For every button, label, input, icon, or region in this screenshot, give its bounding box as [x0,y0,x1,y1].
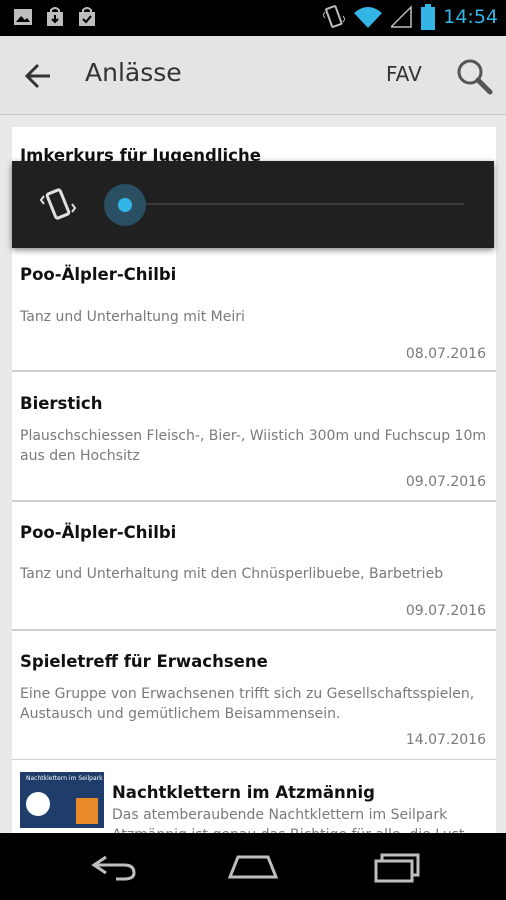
shopping-bag-check-icon [79,7,95,26]
search-button[interactable] [452,54,496,98]
search-icon [457,59,493,95]
event-title: Poo-Älpler-Chilbi [20,523,177,542]
battery-icon [421,4,436,30]
event-date: 14.07.2016 [405,732,486,748]
event-card[interactable]: Bierstich Plauschschiessen Fleisch-, Bie… [12,372,496,502]
event-description: Das atemberaubende Nachtklettern im Seil… [112,807,464,833]
event-title: Poo-Älpler-Chilbi [20,265,177,284]
status-time: 14:54 [443,6,498,28]
back-arrow-icon [24,63,50,89]
volume-panel [12,161,494,248]
event-date: 09.07.2016 [405,474,486,490]
home-nav-icon [227,855,279,879]
event-title: Bierstich [20,394,103,413]
wifi-icon [354,7,383,28]
vibrate-mode-button[interactable] [39,186,77,222]
picture-icon [14,9,32,25]
event-date: 09.07.2016 [405,603,486,619]
event-card[interactable]: Nachtklettern im Seilpark Nachtklettern … [12,760,496,833]
event-description: Tanz und Unterhaltung mit Meiri [20,309,245,325]
fav-button[interactable]: FAV [380,60,428,88]
event-title: Spieletreff für Erwachsene [20,652,268,671]
nav-recents-button[interactable] [370,851,426,883]
back-button[interactable] [16,56,60,96]
event-description: Eine Gruppe von Erwachsenen trifft sich … [20,686,475,722]
recents-nav-icon [374,853,420,883]
thumbnail-graphic [76,798,98,824]
event-card[interactable]: Poo-Älpler-Chilbi Tanz und Unterhaltung … [12,502,496,631]
vibrate-icon [39,188,77,220]
volume-slider-track[interactable] [124,203,464,205]
event-card[interactable]: Spieletreff für Erwachsene Eine Gruppe v… [12,631,496,761]
thumbnail-graphic [26,792,50,816]
event-card[interactable]: Poo-Älpler-Chilbi Tanz und Unterhaltung … [12,245,496,372]
vibrate-icon [323,5,346,28]
signal-icon [391,5,412,28]
back-nav-icon [91,855,136,881]
volume-slider-thumb[interactable] [104,184,146,226]
volume-slider-thumb-center [118,198,132,212]
event-title: Nachtklettern im Atzmännig [112,783,375,802]
event-description: Tanz und Unterhaltung mit den Chnüsperli… [20,566,444,582]
status-bar: 14:54 [0,0,506,36]
thumbnail-title: Nachtklettern im Seilpark [26,775,103,782]
navigation-bar [0,833,506,900]
nav-back-button[interactable] [86,851,142,883]
page-title: Anlässe [85,58,182,87]
event-description: Plauschschiessen Fleisch-, Bier-, Wiisti… [20,428,487,464]
action-bar: Anlässe FAV [0,36,506,115]
shopping-bag-icon [47,7,63,26]
event-date: 08.07.2016 [405,346,486,362]
event-thumbnail: Nachtklettern im Seilpark [20,772,104,828]
nav-home-button[interactable] [225,851,281,883]
